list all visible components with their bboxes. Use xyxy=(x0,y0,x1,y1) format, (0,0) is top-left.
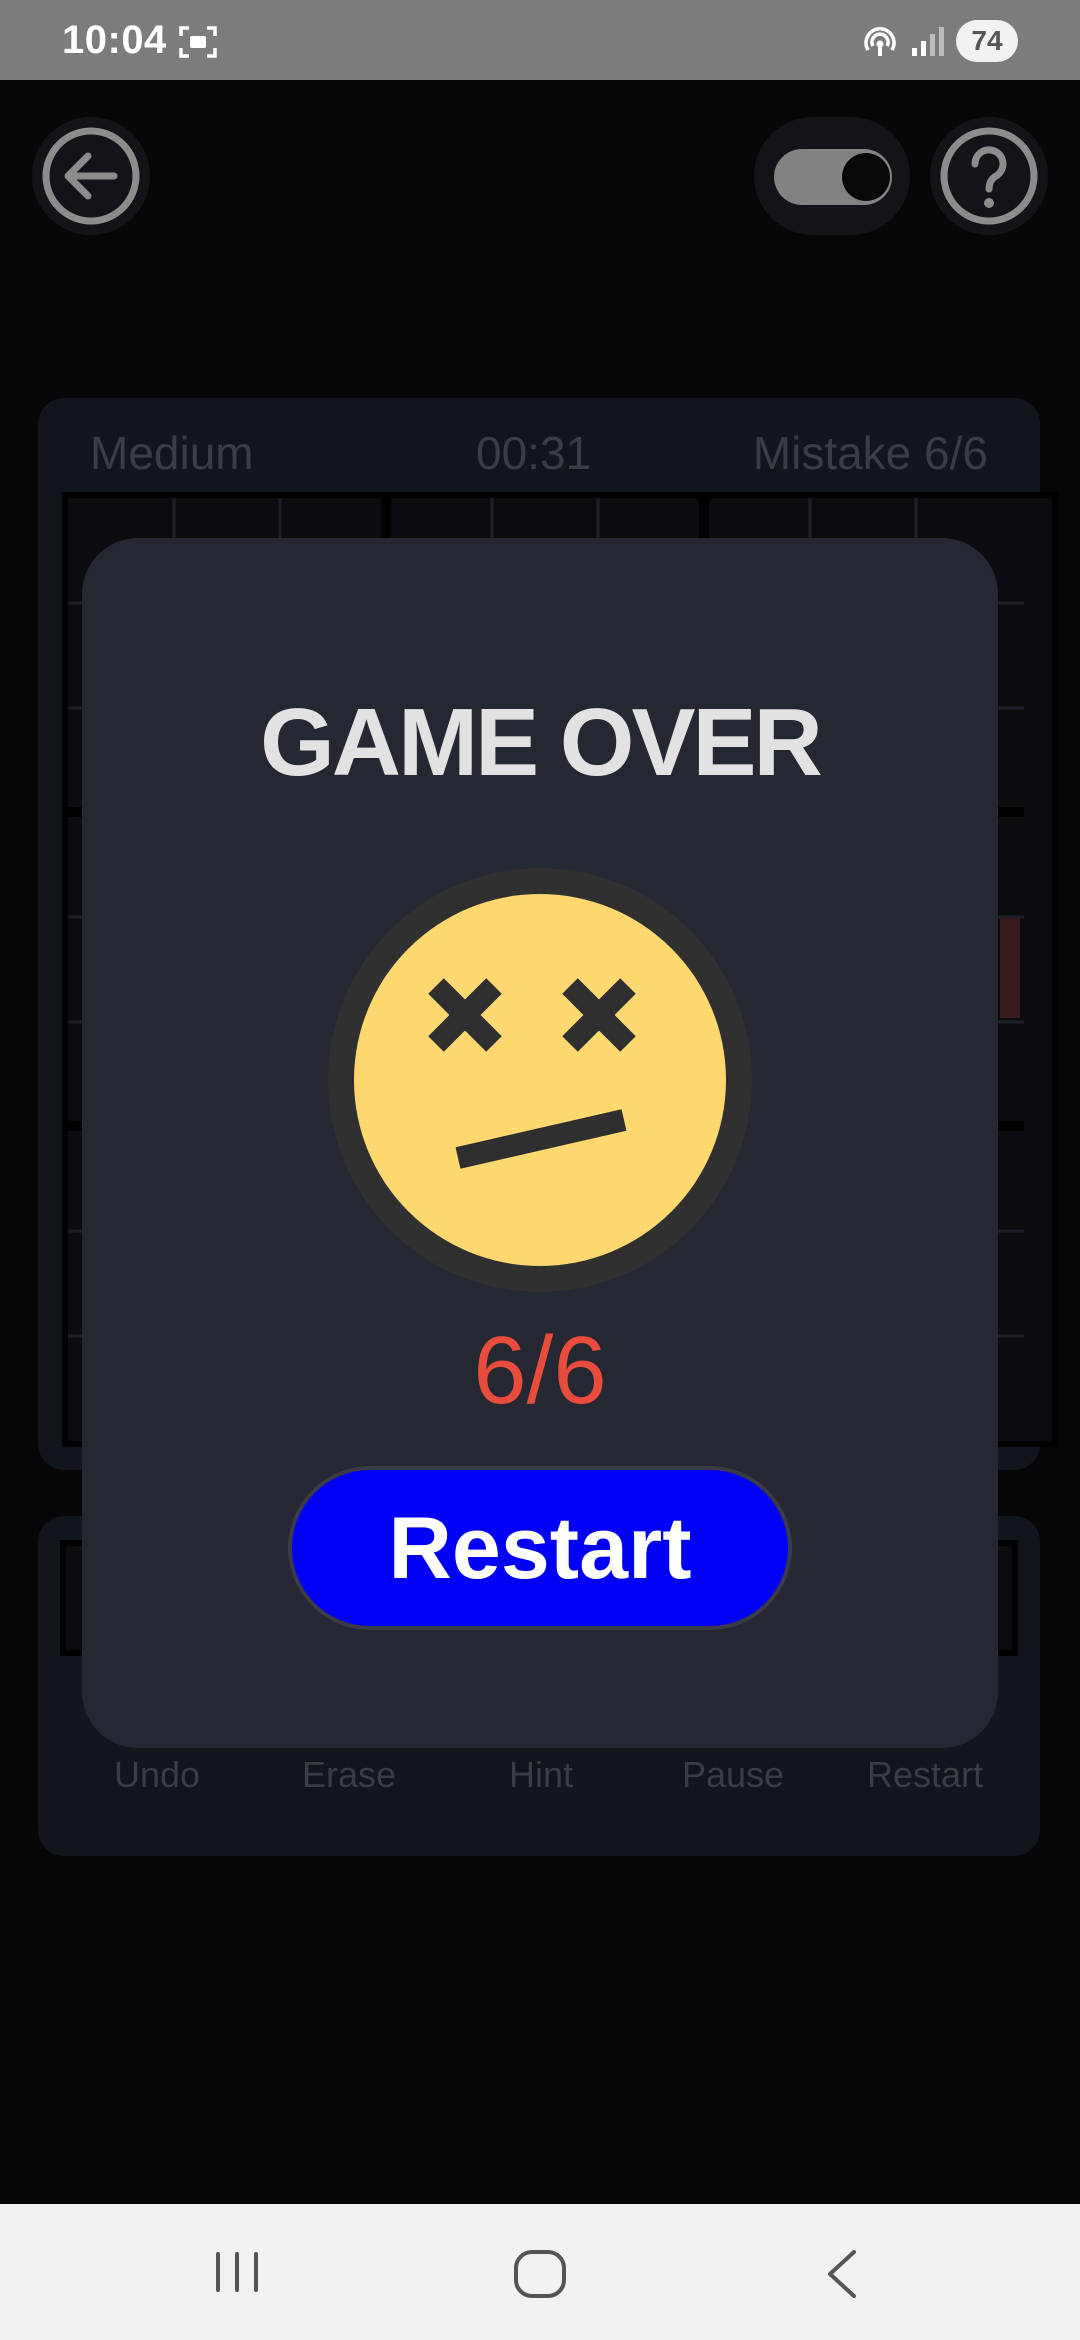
restart-button[interactable]: Restart xyxy=(288,1466,792,1630)
signal-icon xyxy=(912,27,944,56)
toggle-track xyxy=(774,149,892,205)
screenshot-icon xyxy=(179,26,217,58)
help-icon xyxy=(940,127,1038,225)
dizzy-face-icon xyxy=(328,868,752,1292)
help-button[interactable] xyxy=(930,117,1048,235)
restart-tool-button[interactable]: Restart xyxy=(830,1754,1020,1796)
difficulty-label: Medium xyxy=(90,427,254,479)
battery-level: 74 xyxy=(971,25,1003,56)
back-icon[interactable] xyxy=(822,2248,862,2300)
mistake-score: 6/6 xyxy=(473,1317,607,1424)
back-button[interactable] xyxy=(32,117,150,235)
mistake-counter: Mistake 6/6 xyxy=(752,427,988,479)
pause-button[interactable]: Pause xyxy=(638,1754,828,1796)
board-header: Medium 00:31 Mistake 6/6 xyxy=(38,426,1040,486)
hint-button[interactable]: Hint xyxy=(446,1754,636,1796)
game-over-dialog: GAME OVER 6/6 Restart xyxy=(82,538,998,1748)
recents-icon[interactable] xyxy=(212,2248,262,2296)
toggle-knob xyxy=(842,153,890,201)
status-time: 10:04 xyxy=(62,18,167,62)
dialog-title: GAME OVER xyxy=(260,689,823,796)
undo-button[interactable]: Undo xyxy=(62,1754,252,1796)
game-timer: 00:31 xyxy=(476,427,592,479)
navigation-bar xyxy=(0,2204,1080,2340)
back-arrow-icon xyxy=(42,127,140,225)
hotspot-icon xyxy=(864,27,896,56)
home-icon[interactable] xyxy=(512,2248,568,2300)
theme-toggle[interactable] xyxy=(754,117,910,235)
status-bar: 10:04 74 xyxy=(0,0,1080,80)
restart-button-label: Restart xyxy=(388,1498,692,1597)
battery-indicator: 74 xyxy=(956,20,1018,62)
erase-button[interactable]: Erase xyxy=(254,1754,444,1796)
